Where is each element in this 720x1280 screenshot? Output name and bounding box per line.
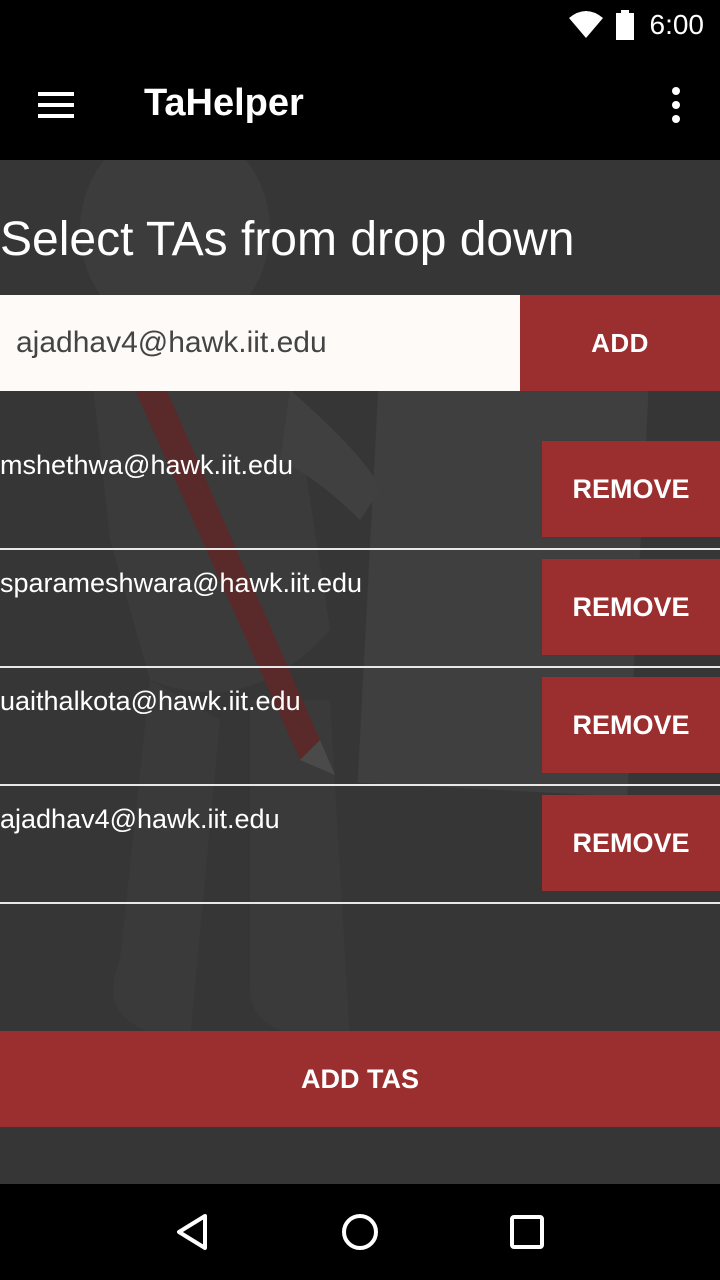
page-heading: Select TAs from drop down: [0, 213, 575, 266]
remove-button[interactable]: REMOVE: [542, 441, 720, 537]
remove-button[interactable]: REMOVE: [542, 559, 720, 655]
home-icon[interactable]: [328, 1200, 392, 1264]
status-bar: 6:00: [0, 0, 720, 50]
ta-email: ajadhav4@hawk.iit.edu: [0, 804, 280, 834]
ta-email: mshethwa@hawk.iit.edu: [0, 450, 294, 480]
ta-selector-row: ajadhav4@hawk.iit.edu ADD: [0, 295, 720, 391]
remove-button[interactable]: REMOVE: [542, 795, 720, 891]
add-tas-button[interactable]: ADD TAS: [0, 1031, 720, 1127]
back-icon[interactable]: [161, 1200, 225, 1264]
add-button[interactable]: ADD: [520, 295, 720, 391]
main-content: Select TAs from drop down ajadhav4@hawk.…: [0, 160, 720, 1184]
ta-email: sparameshwara@hawk.iit.edu: [0, 568, 363, 598]
app-title: TaHelper: [144, 82, 304, 124]
app-bar: TaHelper: [0, 50, 720, 160]
navigation-bar: [0, 1184, 720, 1280]
ta-dropdown[interactable]: ajadhav4@hawk.iit.edu: [0, 295, 520, 391]
remove-button[interactable]: REMOVE: [542, 677, 720, 773]
recents-icon[interactable]: [495, 1200, 559, 1264]
list-item: uaithalkota@hawk.iit.edu REMOVE: [0, 668, 720, 786]
hamburger-menu-icon[interactable]: [24, 78, 88, 132]
battery-icon: [615, 10, 634, 40]
list-item: sparameshwara@hawk.iit.edu REMOVE: [0, 550, 720, 668]
status-time: 6:00: [649, 9, 705, 40]
status-icons: 6:00: [568, 8, 705, 42]
wifi-icon: [568, 10, 604, 40]
ta-email: uaithalkota@hawk.iit.edu: [0, 686, 301, 716]
ta-list: mshethwa@hawk.iit.edu REMOVE sparameshwa…: [0, 432, 720, 904]
list-item: mshethwa@hawk.iit.edu REMOVE: [0, 432, 720, 550]
list-item: ajadhav4@hawk.iit.edu REMOVE: [0, 786, 720, 904]
more-vert-icon[interactable]: [656, 78, 696, 132]
